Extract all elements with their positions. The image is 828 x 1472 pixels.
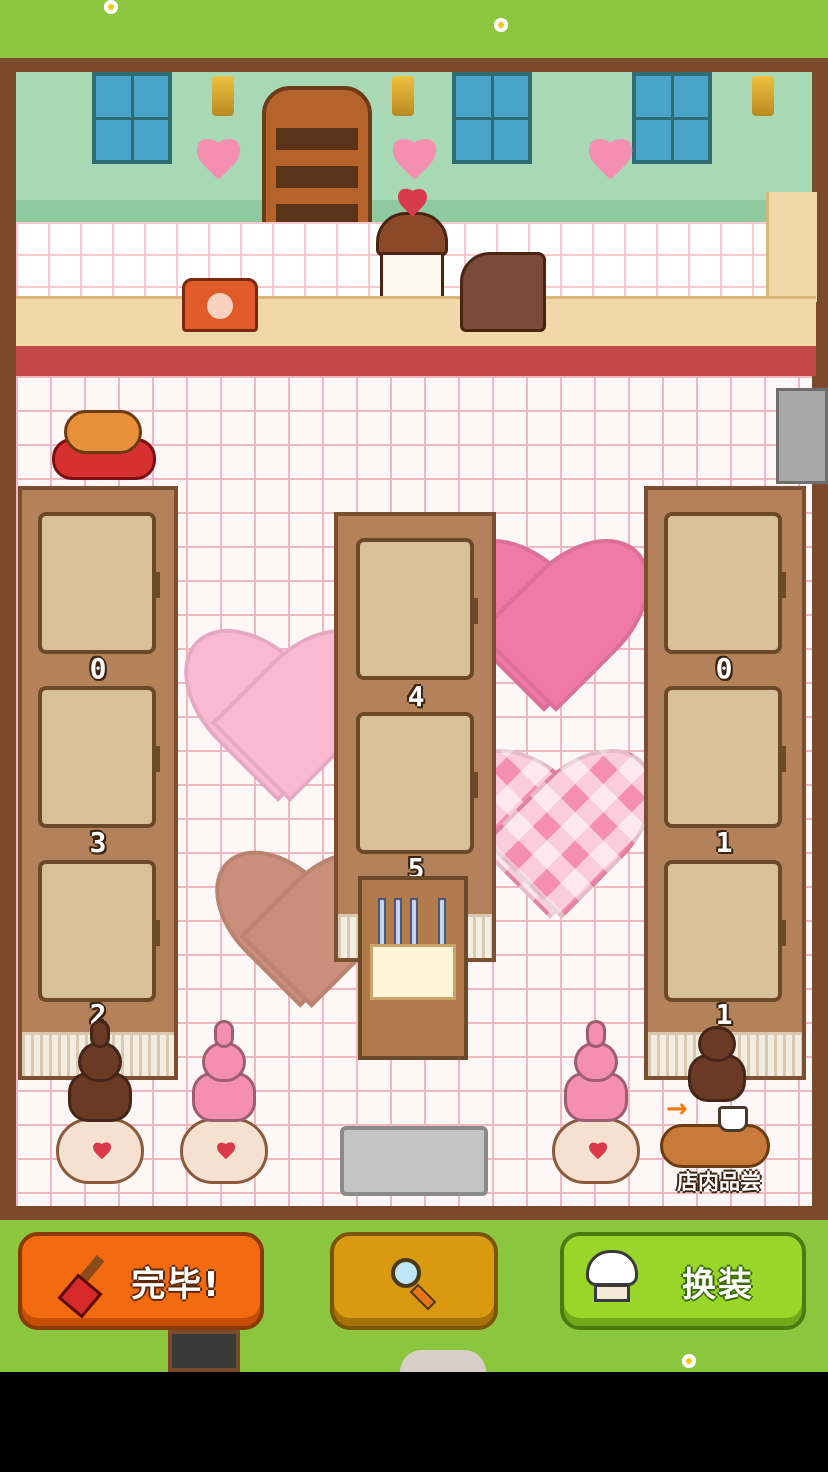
- magnifier-icon: [391, 1258, 437, 1311]
- hanging-heart-decoration: [388, 140, 440, 188]
- dog-body: [64, 410, 142, 454]
- hanging-heart-decoration: [584, 140, 636, 188]
- stock-count: 3: [89, 826, 107, 859]
- hanging-heart-decoration: [192, 140, 244, 188]
- stock-count: 0: [715, 652, 733, 685]
- service-counter: [16, 296, 816, 349]
- stained-glass-window: [632, 72, 712, 164]
- door-knob: [154, 746, 160, 772]
- display-shelf[interactable]: [262, 86, 372, 244]
- coffee-cup-icon: [718, 1106, 748, 1132]
- shelf-slot: [276, 166, 358, 188]
- strawberry-fountain[interactable]: [552, 1020, 640, 1184]
- pastry-tray: [660, 1124, 770, 1168]
- heart-icon: [91, 1143, 113, 1163]
- fountain-plate: [552, 1118, 640, 1184]
- flower-decoration: [494, 18, 508, 32]
- wall-lamp: [752, 76, 774, 116]
- stained-glass-window: [92, 72, 172, 164]
- stock-count: 1: [715, 826, 733, 859]
- heart-bow-decoration: [394, 190, 430, 222]
- grass-border-top: [0, 0, 828, 58]
- stock-count: 0: [89, 652, 107, 685]
- menu-signboard: [168, 1330, 240, 1372]
- counter-side: [766, 192, 817, 302]
- fork-icon: [378, 898, 386, 950]
- chef-character[interactable]: [372, 212, 452, 304]
- fountain-tier: [586, 1020, 606, 1048]
- stepping-stone: [400, 1350, 486, 1372]
- shelf-slot: [276, 128, 358, 150]
- chocolate-fountain[interactable]: [56, 1020, 144, 1184]
- cake-slice-decoration: [460, 252, 546, 332]
- cabinet-door[interactable]: [356, 712, 478, 854]
- cabinet-door[interactable]: [664, 686, 786, 828]
- game-screen: 0 3 2 4 5 0 1 1 → 店内品尝 完毕! 换装: [0, 0, 828, 1372]
- cabinet-door[interactable]: [664, 860, 786, 1002]
- stained-glass-window: [452, 72, 532, 164]
- outfit-label: 换装: [682, 1264, 754, 1305]
- napkin-tray: [370, 944, 456, 1000]
- done-label: 完毕!: [131, 1264, 221, 1305]
- fountain-tier: [574, 1042, 618, 1082]
- arrow-right-icon: →: [666, 1094, 688, 1124]
- door-knob: [154, 920, 160, 946]
- fountain-tier: [90, 1020, 110, 1048]
- utensil-stand[interactable]: [358, 876, 468, 1060]
- fountain-tier: [698, 1026, 736, 1062]
- fork-icon: [410, 898, 418, 950]
- outfit-button[interactable]: 换装: [560, 1232, 806, 1330]
- fork-icon: [394, 898, 402, 950]
- counter-front: [16, 346, 816, 376]
- fork-icon: [438, 898, 446, 950]
- door-knob: [780, 572, 786, 598]
- dine-in-tasting-table[interactable]: → 店内品尝: [656, 1094, 784, 1200]
- done-button[interactable]: 完毕!: [18, 1232, 264, 1330]
- paintbrush-icon: [56, 1254, 116, 1319]
- strawberry-fountain[interactable]: [180, 1020, 268, 1184]
- tasting-label: 店内品尝: [677, 1170, 761, 1194]
- fountain-plate: [180, 1118, 268, 1184]
- door-knob: [780, 920, 786, 946]
- flower-decoration: [682, 1354, 696, 1368]
- search-button[interactable]: [330, 1232, 498, 1330]
- door-mat-top: [776, 388, 828, 484]
- door-knob: [780, 746, 786, 772]
- entrance-mat: [340, 1126, 488, 1196]
- door-knob: [472, 772, 478, 798]
- heart-icon: [215, 1143, 237, 1163]
- fountain-tier: [78, 1042, 122, 1082]
- cabinet-door[interactable]: [38, 686, 160, 828]
- heart-icon: [587, 1143, 609, 1163]
- wall-lamp: [392, 76, 414, 116]
- fountain-tier: [202, 1042, 246, 1082]
- telephone[interactable]: [182, 278, 258, 332]
- cabinet-door[interactable]: [38, 512, 160, 654]
- fountain-plate: [56, 1118, 144, 1184]
- shiba-dog-on-cushion[interactable]: [52, 402, 158, 480]
- cabinet-door[interactable]: [664, 512, 786, 654]
- door-knob: [472, 598, 478, 624]
- flower-decoration: [104, 0, 118, 14]
- cabinet-door[interactable]: [356, 538, 478, 680]
- fountain-tier: [214, 1020, 234, 1048]
- door-knob: [154, 572, 160, 598]
- chef-hat-icon: [584, 1250, 640, 1306]
- stock-count: 4: [407, 680, 425, 713]
- wall-lamp: [212, 76, 234, 116]
- cabinet-door[interactable]: [38, 860, 160, 1002]
